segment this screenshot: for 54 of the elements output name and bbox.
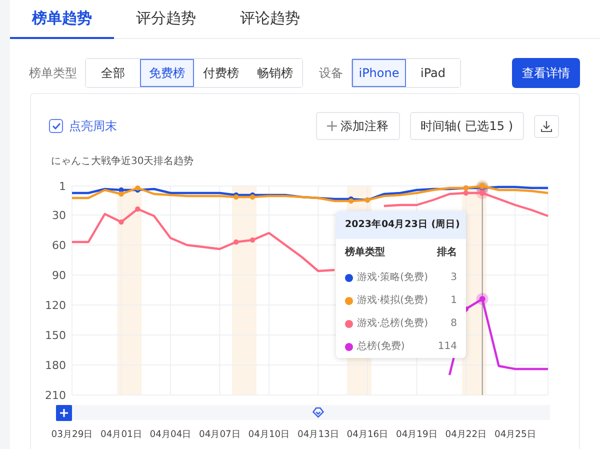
filter-option[interactable]: 免费榜 [140, 58, 194, 86]
download-button[interactable] [534, 114, 559, 138]
timeline-button[interactable]: 时间轴( 已选15 ) [410, 112, 524, 140]
data-point [250, 237, 256, 243]
tooltip-value: 1 [450, 294, 457, 308]
filter-label: 设备 [319, 64, 343, 82]
tooltip-label: 总榜(免费) [357, 340, 405, 354]
axis-tick-label: 90 [52, 269, 66, 282]
axis-tick-label: 04月10日 [248, 429, 290, 440]
axis-tick-label: 04月19日 [396, 429, 438, 440]
tab[interactable]: 榜单趋势 [10, 0, 114, 39]
tooltip-header: 排名 [437, 246, 457, 260]
detail-button[interactable]: 查看详情 [512, 58, 580, 88]
axis-tick-label: 60 [52, 239, 66, 252]
download-icon [541, 120, 552, 132]
add-note-button[interactable]: 添加注释 [316, 112, 400, 140]
hover-point [476, 187, 488, 199]
tooltip-label: 游戏·模拟(免费) [357, 294, 428, 308]
data-point [234, 239, 239, 245]
checkbox-label: 点亮周末 [69, 118, 117, 135]
tooltip-header: 榜单类型 [345, 246, 385, 260]
weekend-checkbox[interactable] [49, 119, 63, 133]
axis-tick-label: 04月01日 [100, 429, 142, 440]
chart-title: にゃんこ大戦争近30天排名趋势 [50, 154, 195, 169]
check-icon [52, 122, 60, 130]
data-point [135, 206, 140, 212]
axis-tick-label: 04月13日 [298, 429, 339, 440]
axis-tick-label: 150 [45, 329, 66, 342]
axis-tick-label: 210 [45, 389, 66, 402]
axis-tick-label: 04月07日 [199, 429, 240, 440]
tab[interactable]: 评分趋势 [114, 0, 218, 39]
tooltip-label: 游戏·总榜(免费) [357, 316, 428, 332]
filter-option[interactable]: iPhone [352, 58, 406, 86]
hover-point [476, 293, 488, 305]
plus-icon [326, 121, 337, 131]
tab[interactable]: 评论趋势 [218, 0, 322, 39]
tooltip-label: 游戏·策略(免费) [357, 270, 428, 286]
tooltip-value: 8 [450, 317, 457, 332]
axis-tick-label: 04月04日 [150, 429, 192, 440]
axis-tick-label: 03月29日 [51, 429, 93, 440]
slider-handle-icon[interactable] [312, 407, 324, 418]
zoom-in-button[interactable] [56, 405, 72, 421]
tooltip-value: 114 [438, 340, 457, 354]
data-point [118, 219, 124, 225]
axis-tick-label: 04月16日 [346, 429, 388, 440]
axis-tick-label: 1 [59, 180, 66, 193]
axis-tick-label: 04月22日 [445, 429, 487, 440]
axis-tick-label: 180 [45, 359, 66, 372]
axis-tick-label: 04月25日 [494, 429, 536, 440]
axis-tick-label: 120 [45, 299, 66, 312]
axis-tick-label: 30 [52, 209, 66, 222]
filter-label: 榜单类型 [29, 64, 77, 82]
tooltip-value: 3 [450, 271, 457, 286]
tooltip-title: 2023年04月23日 (周日) [336, 211, 466, 240]
